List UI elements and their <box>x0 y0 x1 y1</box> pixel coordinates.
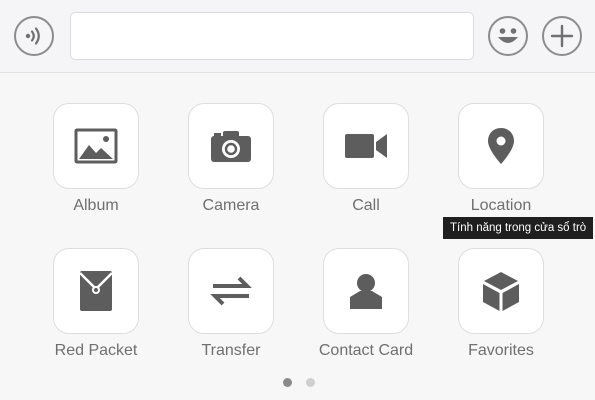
red-packet-label: Red Packet <box>54 342 138 359</box>
contact-card-button[interactable] <box>323 248 409 334</box>
red-packet-button[interactable] <box>53 248 139 334</box>
favorites-button[interactable] <box>458 248 544 334</box>
voice-button[interactable] <box>14 16 54 56</box>
contact-person-icon <box>350 274 382 309</box>
image-icon <box>74 128 118 164</box>
tooltip: Tính năng trong cửa sổ trò <box>443 217 594 239</box>
call-label: Call <box>352 197 380 214</box>
camera-icon <box>211 131 251 162</box>
location-button[interactable] <box>458 103 544 189</box>
smiley-icon <box>498 28 518 43</box>
favorites-label: Favorites <box>468 342 534 359</box>
more-button[interactable] <box>542 16 582 56</box>
cube-icon <box>483 272 519 311</box>
plus-icon <box>550 24 574 48</box>
album-button[interactable] <box>53 103 139 189</box>
album-label: Album <box>73 197 119 214</box>
location-label: Location <box>470 197 532 214</box>
camera-label: Camera <box>202 197 260 214</box>
page-dot-active[interactable] <box>283 378 292 387</box>
voice-icon <box>25 27 40 45</box>
transfer-button[interactable] <box>188 248 274 334</box>
transfer-label: Transfer <box>201 342 261 359</box>
video-camera-icon <box>345 134 387 158</box>
location-pin-icon <box>488 128 514 164</box>
page-dot-inactive[interactable] <box>306 378 315 387</box>
chat-input-bar <box>0 0 595 73</box>
contact-card-label: Contact Card <box>318 342 414 359</box>
transfer-arrows-icon <box>210 276 252 306</box>
call-button[interactable] <box>323 103 409 189</box>
message-input[interactable] <box>70 12 474 60</box>
emoji-button[interactable] <box>488 16 528 56</box>
camera-button[interactable] <box>188 103 274 189</box>
red-packet-icon <box>79 271 113 311</box>
